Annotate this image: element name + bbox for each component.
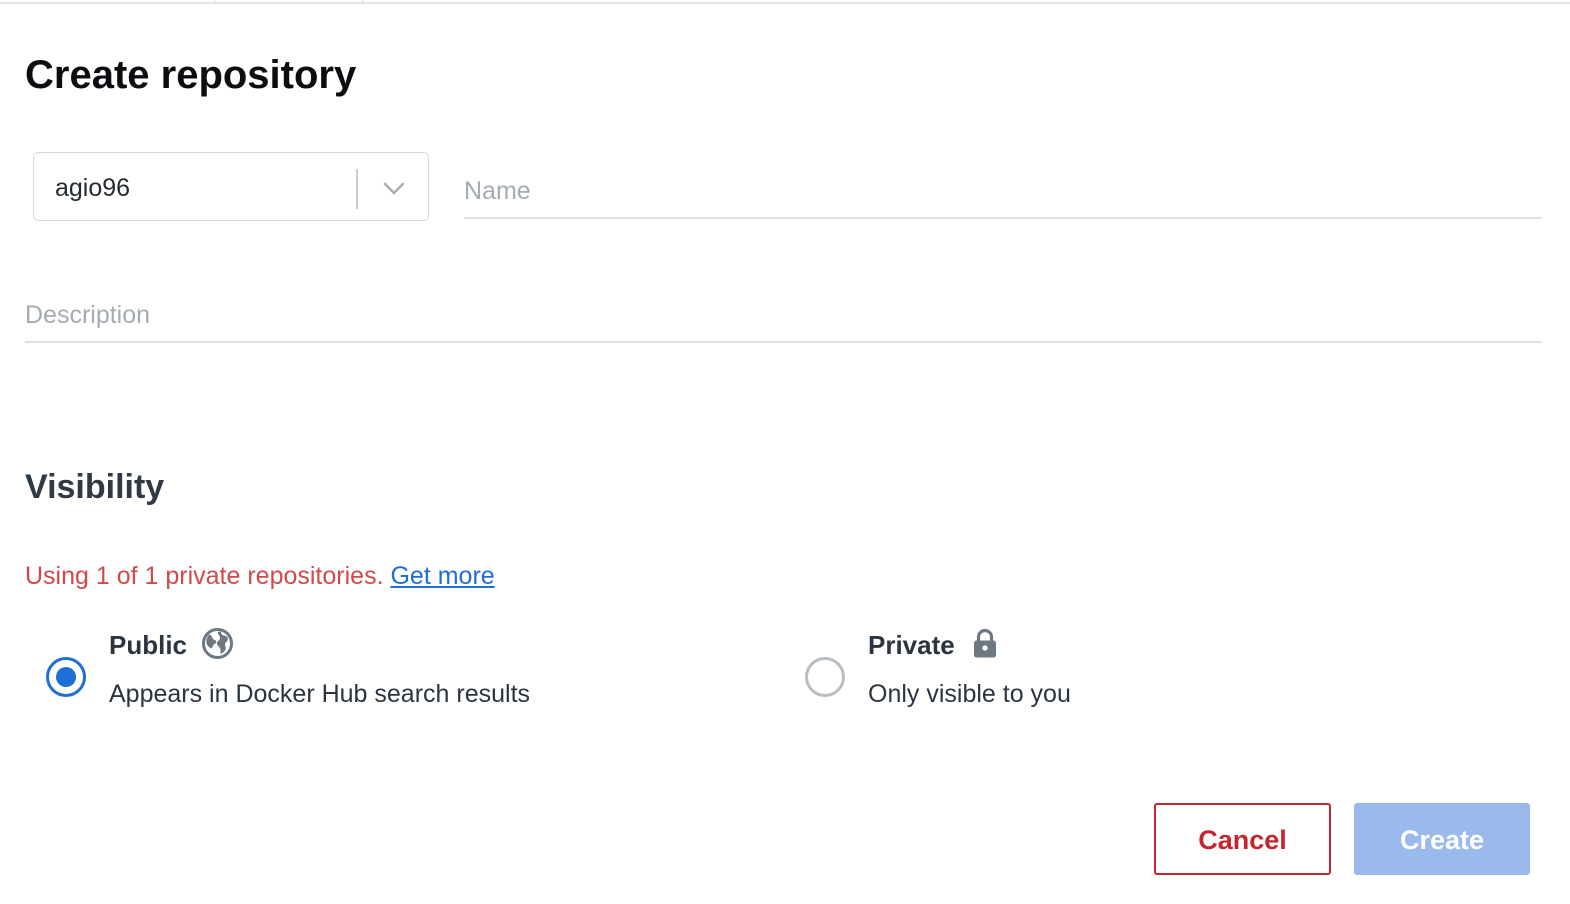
radio-selected-dot [56,667,76,687]
private-radio[interactable] [805,657,845,697]
page-title: Create repository [25,53,357,97]
public-radio[interactable] [46,657,86,697]
tab-separator [362,0,363,4]
get-more-link[interactable]: Get more [390,562,494,590]
visibility-heading: Visibility [25,468,165,506]
top-divider [0,2,1570,4]
public-description: Appears in Docker Hub search results [109,680,531,708]
public-label[interactable]: Public [109,629,187,661]
description-input[interactable] [25,290,1542,343]
globe-icon [201,627,234,660]
private-label[interactable]: Private [868,629,955,661]
chevron-down-icon[interactable] [379,173,409,203]
usage-text: Using 1 of 1 private repositories. [25,562,384,590]
lock-icon [974,628,996,658]
private-usage-notice: Using 1 of 1 private repositories. Get m… [25,560,495,592]
name-input[interactable] [464,166,1542,219]
select-divider [356,169,358,209]
cancel-button[interactable]: Cancel [1154,803,1331,875]
create-button[interactable]: Create [1354,803,1530,875]
namespace-select[interactable]: agio96 [33,152,429,221]
private-description: Only visible to you [868,680,1071,708]
namespace-value: agio96 [55,174,131,202]
tab-separator [214,0,215,4]
